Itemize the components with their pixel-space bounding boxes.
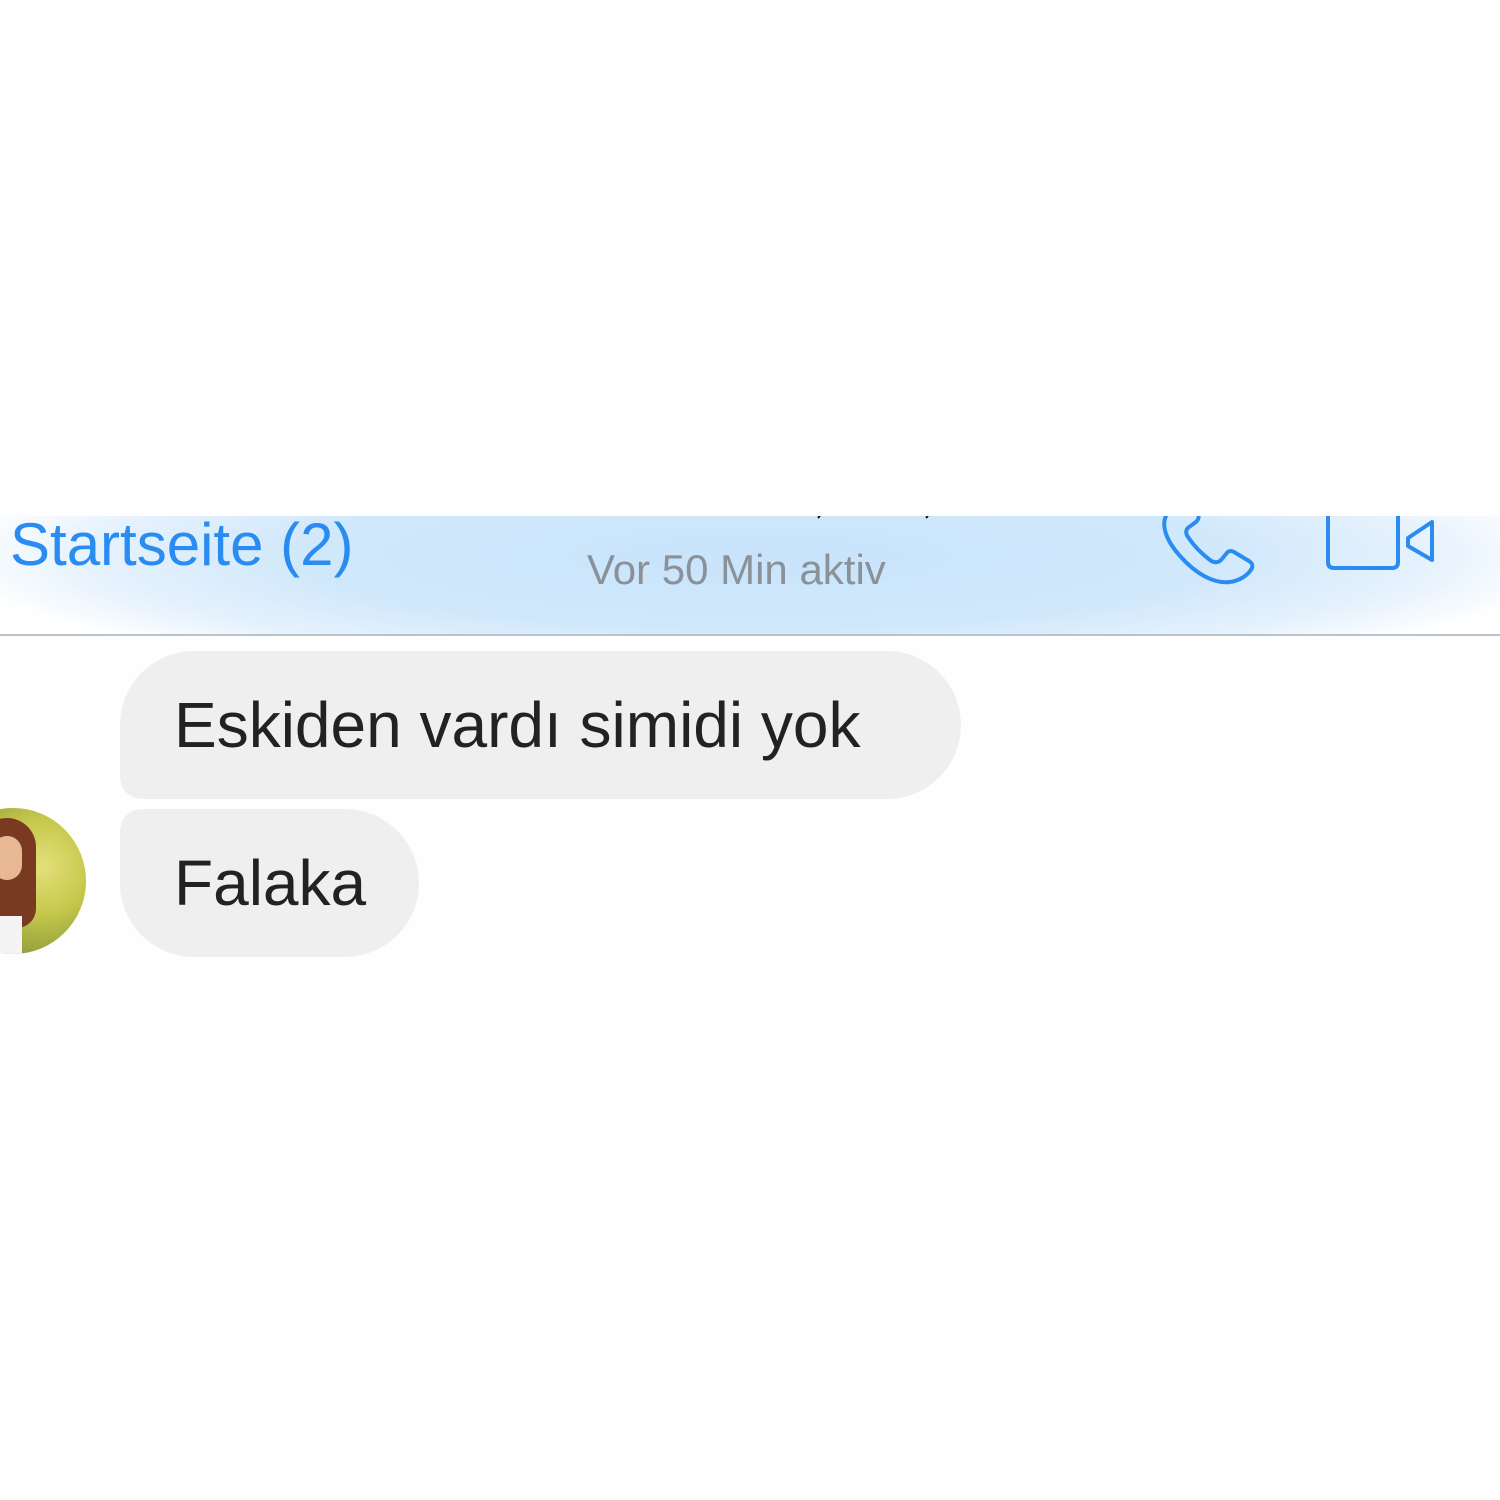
video-camera-icon: [1326, 516, 1434, 570]
cropped-name-glyphs: [817, 516, 929, 519]
chat-screen: Startseite (2) Vor 50 Min aktiv Eskiden …: [0, 0, 1500, 1500]
phone-icon: [1162, 516, 1255, 585]
back-button[interactable]: Startseite (2): [10, 516, 353, 580]
activity-status: Vor 50 Min aktiv: [587, 546, 886, 593]
avatar[interactable]: [0, 808, 86, 954]
message-text: Falaka: [174, 847, 367, 919]
avatar-shirt: [0, 916, 22, 954]
avatar-face: [0, 836, 22, 880]
message-bubble[interactable]: Eskiden vardı simidi yok: [120, 651, 961, 799]
call-button[interactable]: [1156, 516, 1260, 588]
navigation-bar: Startseite (2) Vor 50 Min aktiv: [0, 516, 1500, 636]
video-call-button[interactable]: [1320, 516, 1440, 576]
message-bubble[interactable]: Falaka: [120, 809, 419, 957]
contact-name-cropped: [500, 516, 1060, 522]
message-text: Eskiden vardı simidi yok: [174, 689, 861, 761]
